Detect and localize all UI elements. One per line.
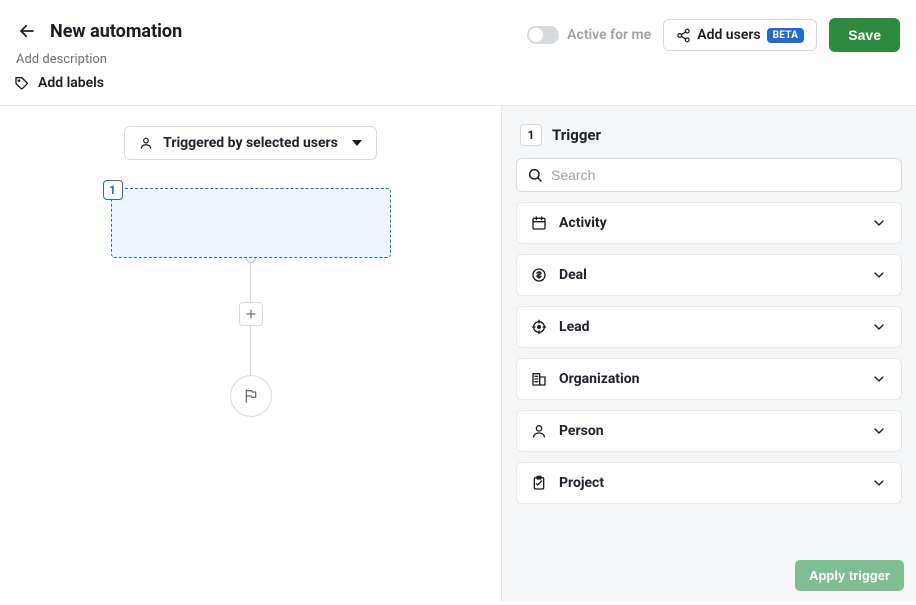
beta-badge: BETA [767, 28, 805, 43]
share-icon [676, 28, 691, 43]
category-project[interactable]: Project [516, 462, 902, 504]
search-input[interactable] [551, 167, 891, 183]
trigger-node-wrapper: 1 [111, 188, 391, 258]
end-node [230, 375, 272, 417]
connector-line [250, 263, 251, 303]
back-button[interactable] [14, 18, 40, 44]
category-person[interactable]: Person [516, 410, 902, 452]
active-toggle[interactable] [527, 26, 559, 44]
add-labels-link[interactable]: Add labels [14, 75, 182, 91]
chevron-down-icon [871, 423, 887, 439]
person-icon [139, 136, 153, 150]
triggered-by-dropdown[interactable]: Triggered by selected users [124, 126, 377, 160]
chevron-down-icon [871, 267, 887, 283]
apply-bar: Apply trigger [795, 560, 904, 591]
trigger-node[interactable] [111, 188, 391, 258]
automation-canvas: Triggered by selected users 1 [0, 106, 501, 601]
search-icon [527, 167, 543, 183]
step-badge: 1 [103, 180, 123, 200]
triggered-by-label: Triggered by selected users [163, 135, 338, 151]
building-icon [531, 371, 547, 387]
add-users-label: Add users [697, 27, 760, 43]
flow-graph: 1 [0, 188, 501, 417]
add-users-button[interactable]: Add users BETA [663, 19, 817, 51]
trigger-panel: 1 Trigger Activity Deal [501, 106, 916, 601]
panel-step-badge: 1 [520, 124, 542, 146]
panel-header: 1 Trigger [502, 106, 916, 158]
category-label: Lead [559, 319, 590, 335]
chevron-down-icon [352, 140, 362, 146]
add-description-link[interactable]: Add description [14, 52, 182, 67]
header-left: New automation Add description Add label… [14, 18, 182, 91]
chevron-down-icon [871, 319, 887, 335]
panel-title: Trigger [552, 126, 601, 144]
category-activity[interactable]: Activity [516, 202, 902, 244]
clipboard-icon [531, 475, 547, 491]
person-icon [531, 423, 547, 439]
chevron-down-icon [871, 371, 887, 387]
calendar-icon [531, 215, 547, 231]
connector-line [250, 325, 251, 375]
add-labels-text: Add labels [38, 75, 104, 91]
canvas-top: Triggered by selected users [0, 126, 501, 160]
label-icon [14, 75, 30, 91]
active-toggle-label: Active for me [567, 27, 651, 43]
save-button[interactable]: Save [829, 18, 900, 52]
category-deal[interactable]: Deal [516, 254, 902, 296]
flag-icon [243, 388, 259, 404]
chevron-down-icon [871, 475, 887, 491]
category-lead[interactable]: Lead [516, 306, 902, 348]
active-toggle-wrap: Active for me [527, 26, 651, 44]
arrow-left-icon [18, 22, 36, 40]
plus-icon [245, 308, 257, 320]
category-organization[interactable]: Organization [516, 358, 902, 400]
main: Triggered by selected users 1 1 Trigger [0, 106, 916, 601]
header-right: Active for me Add users BETA Save [527, 18, 900, 52]
add-step-button[interactable] [239, 302, 263, 326]
dollar-icon [531, 267, 547, 283]
category-label: Deal [559, 267, 587, 283]
search-box[interactable] [516, 158, 902, 192]
chevron-down-icon [871, 215, 887, 231]
panel-body: Activity Deal Lead [502, 158, 916, 504]
category-label: Project [559, 475, 604, 491]
target-icon [531, 319, 547, 335]
title-row: New automation [14, 18, 182, 44]
app-header: New automation Add description Add label… [0, 0, 916, 106]
category-label: Activity [559, 215, 607, 231]
category-label: Organization [559, 371, 640, 387]
category-label: Person [559, 423, 604, 439]
page-title[interactable]: New automation [50, 21, 182, 42]
apply-trigger-button[interactable]: Apply trigger [795, 560, 904, 591]
